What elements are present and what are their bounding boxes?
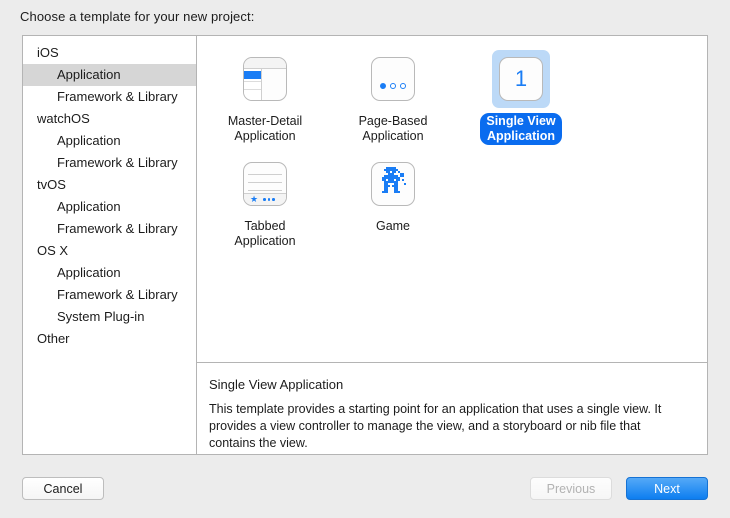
master-detail-icon xyxy=(243,57,287,101)
game-icon xyxy=(371,162,415,206)
single-view-icon: 1 xyxy=(499,57,543,101)
template-label: Page-BasedApplication xyxy=(353,113,434,145)
description-body: This template provides a starting point … xyxy=(209,401,689,452)
platform-sidebar[interactable]: iOSApplicationFramework & LibrarywatchOS… xyxy=(23,36,197,454)
template-label: Master-DetailApplication xyxy=(222,113,308,145)
template-description-panel: Single View Application This template pr… xyxy=(197,362,707,454)
sidebar-item-application[interactable]: Application xyxy=(23,130,196,152)
template-item[interactable]: Page-BasedApplication xyxy=(333,50,453,145)
sidebar-item-framework-library[interactable]: Framework & Library xyxy=(23,218,196,240)
cancel-button[interactable]: Cancel xyxy=(22,477,104,500)
template-item[interactable]: ★ TabbedApplication xyxy=(205,155,325,250)
template-chooser-panel: iOSApplicationFramework & LibrarywatchOS… xyxy=(22,35,708,455)
sidebar-item-framework-library[interactable]: Framework & Library xyxy=(23,152,196,174)
template-item[interactable]: Game xyxy=(333,155,453,250)
tabbed-icon: ★ xyxy=(243,162,287,206)
sidebar-item-os-x[interactable]: OS X xyxy=(23,240,196,262)
template-icon-wrapper xyxy=(364,155,422,213)
previous-button: Previous xyxy=(530,477,612,500)
template-icon-wrapper xyxy=(236,50,294,108)
sidebar-item-application[interactable]: Application xyxy=(23,262,196,284)
sidebar-item-system-plug-in[interactable]: System Plug-in xyxy=(23,306,196,328)
template-icon-wrapper: ★ xyxy=(236,155,294,213)
sidebar-item-ios[interactable]: iOS xyxy=(23,42,196,64)
sidebar-item-tvos[interactable]: tvOS xyxy=(23,174,196,196)
sidebar-item-framework-library[interactable]: Framework & Library xyxy=(23,284,196,306)
template-label: Game xyxy=(370,218,416,235)
page-based-icon xyxy=(371,57,415,101)
next-button[interactable]: Next xyxy=(626,477,708,500)
single-view-number: 1 xyxy=(500,58,542,100)
sidebar-item-other[interactable]: Other xyxy=(23,328,196,350)
description-title: Single View Application xyxy=(209,377,689,392)
sidebar-item-application[interactable]: Application xyxy=(23,64,196,86)
sidebar-item-watchos[interactable]: watchOS xyxy=(23,108,196,130)
sidebar-item-application[interactable]: Application xyxy=(23,196,196,218)
template-item[interactable]: Master-DetailApplication xyxy=(205,50,325,145)
sidebar-item-framework-library[interactable]: Framework & Library xyxy=(23,86,196,108)
template-icon-wrapper: 1 xyxy=(492,50,550,108)
template-icon-wrapper xyxy=(364,50,422,108)
template-label: TabbedApplication xyxy=(228,218,301,250)
template-grid[interactable]: Master-DetailApplication Page-BasedApplic… xyxy=(197,36,707,362)
page-title: Choose a template for your new project: xyxy=(20,9,254,24)
template-item[interactable]: 1 Single ViewApplication xyxy=(461,50,581,145)
template-label: Single ViewApplication xyxy=(480,113,561,145)
templates-column: Master-DetailApplication Page-BasedApplic… xyxy=(197,36,707,454)
